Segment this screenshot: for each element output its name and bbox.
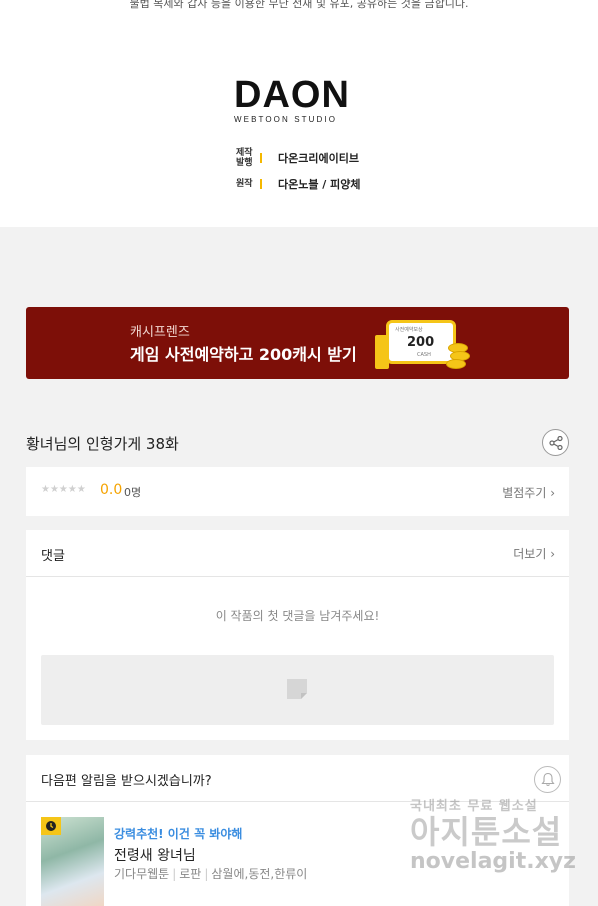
notify-bell-button[interactable] — [534, 766, 561, 793]
credit-divider — [260, 179, 270, 189]
wait-free-badge — [41, 817, 61, 835]
comments-empty-message: 이 작품의 첫 댓글을 남겨주세요! — [215, 609, 380, 623]
credit-row-publisher: 제작 발행 다온크리에이티브 — [236, 148, 361, 168]
credit-divider — [260, 153, 270, 163]
credit-row-original: 원작 다온노블 / 피양체 — [236, 176, 361, 192]
comment-icon — [287, 679, 307, 699]
notify-title: 다음편 알림을 받으시겠습니까? — [41, 774, 212, 789]
meta-divider: | — [204, 867, 209, 881]
comments-header: 댓글 더보기 › — [26, 530, 569, 577]
bell-icon — [540, 772, 555, 787]
banner-subtitle: 캐시프렌즈 — [130, 325, 190, 340]
comments-card: 댓글 더보기 › 이 작품의 첫 댓글을 남겨주세요! — [26, 530, 569, 740]
meta-genre: 로판 — [179, 867, 202, 881]
share-icon — [548, 435, 563, 450]
credit-key: 원작 — [236, 179, 253, 189]
credit-value: 다온크리에이티브 — [278, 152, 359, 165]
card-label-bottom: CASH — [417, 352, 431, 358]
cash-friends-banner[interactable]: 캐시프렌즈 게임 사전예약하고 200캐시 받기 사전예약보상 200 CASH — [26, 307, 569, 379]
coin-icon — [446, 359, 466, 369]
recommendation-promo: 강력추천! 이건 꼭 봐야해 — [114, 827, 243, 841]
comment-input-box[interactable] — [41, 655, 554, 725]
studio-credits-section: 불법 복제와 갑자 등을 이용한 무단 전재 및 유포, 공유하는 것을 금합니… — [0, 0, 598, 227]
credit-key: 제작 발행 — [236, 148, 253, 168]
recommendation-thumbnail[interactable] — [41, 817, 104, 906]
credit-value: 다온노블 / 피양체 — [278, 178, 361, 191]
studio-logo: DAON WEBTOON STUDIO — [234, 74, 354, 124]
rating-score: 0.0 — [100, 482, 123, 498]
episode-title: 황녀님의 인형가게 38화 — [26, 435, 179, 453]
logo-text: DAON — [234, 74, 350, 116]
comments-more-link[interactable]: 더보기 › — [513, 545, 555, 562]
share-button[interactable] — [542, 429, 569, 456]
watermark-line2: 아지툰소설 — [410, 813, 563, 851]
logo-subtext: WEBTOON STUDIO — [234, 115, 338, 124]
meta-authors: 삼월에,동전,한류이 — [211, 867, 308, 881]
card-value: 200 — [407, 335, 435, 350]
rating-card: ★★★★★ 0.0 0명 별점주기 › — [26, 467, 569, 516]
meta-category: 기다무웹툰 — [114, 867, 170, 881]
rate-button[interactable]: 별점주기 › — [502, 484, 555, 501]
watermark-line3: novelagit.xyz — [410, 849, 576, 874]
rating-count: 0명 — [124, 486, 142, 499]
site-watermark: 국내최초 무료 웹소설 아지툰소설 novelagit.xyz — [410, 795, 580, 874]
watermark-line1: 국내최초 무료 웹소설 — [410, 799, 538, 814]
comments-title: 댓글 — [41, 549, 65, 564]
copyright-notice: 불법 복제와 갑자 등을 이용한 무단 전재 및 유포, 공유하는 것을 금합니… — [129, 0, 469, 10]
recommendation-meta: 기다무웹툰 | 로판 | 삼월에,동전,한류이 — [114, 865, 307, 882]
clock-icon — [46, 821, 56, 831]
credits-list: 제작 발행 다온크리에이티브 원작 다온노블 / 피양체 — [236, 148, 361, 200]
banner-title: 게임 사전예약하고 200캐시 받기 — [130, 345, 357, 364]
recommendation-title[interactable]: 전령새 왕녀님 — [114, 845, 196, 865]
meta-divider: | — [172, 867, 177, 881]
cash-card-graphic: 사전예약보상 200 CASH — [386, 320, 456, 364]
card-label-top: 사전예약보상 — [395, 327, 423, 333]
star-rating-display: ★★★★★ — [41, 484, 86, 495]
